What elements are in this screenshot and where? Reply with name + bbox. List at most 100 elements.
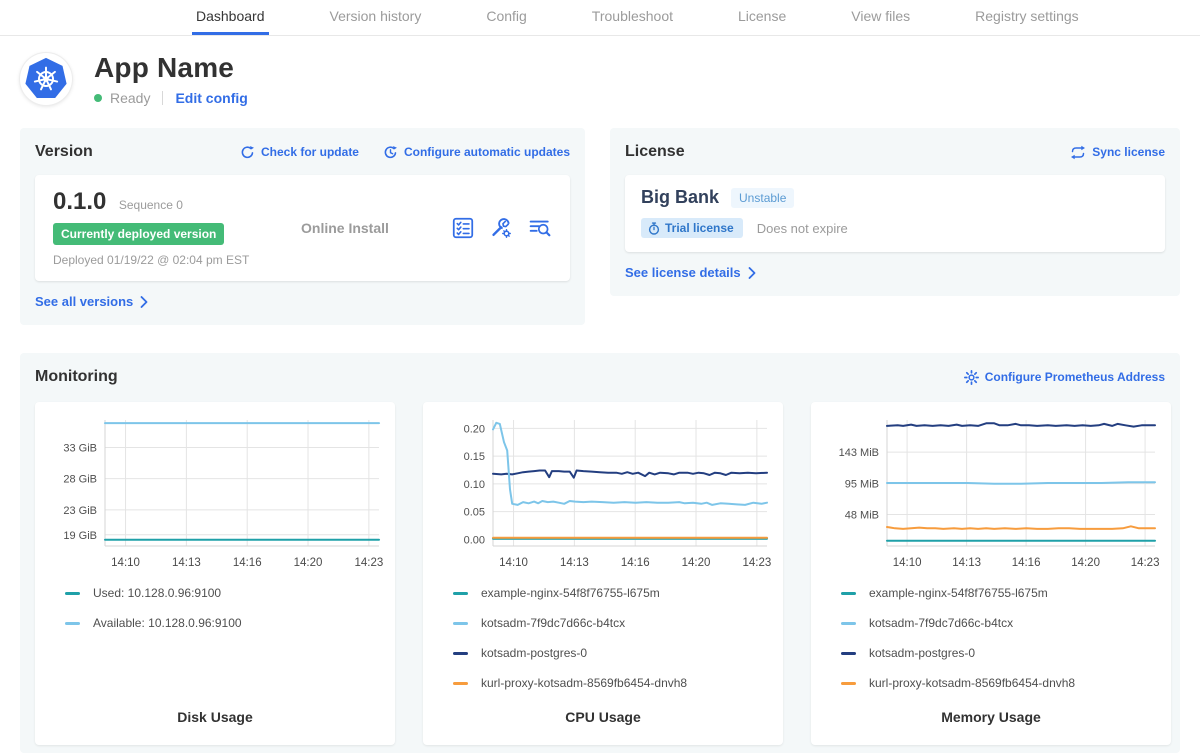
sequence-label: Sequence 0 [119,198,183,212]
tab-troubleshoot[interactable]: Troubleshoot [588,0,677,35]
chevron-right-icon [140,296,148,308]
svg-text:14:10: 14:10 [893,557,922,569]
svg-text:0.15: 0.15 [464,451,485,463]
disk-chart-title: Disk Usage [47,709,383,735]
gear-icon [964,370,979,385]
memory-chart-title: Memory Usage [823,709,1159,735]
license-summary: Big Bank Unstable Trial license Does not… [625,175,1165,252]
legend-item: example-nginx-54f8f76755-l675m [453,586,771,600]
disk-legend: Used: 10.128.0.96:9100 Available: 10.128.… [47,586,383,646]
edit-config-link[interactable]: Edit config [175,90,247,106]
configure-automatic-updates-link[interactable]: Configure automatic updates [383,145,570,160]
legend-item: kotsadm-7f9dc7d66c-b4tcx [841,616,1159,630]
tab-license[interactable]: License [734,0,790,35]
see-all-versions-link[interactable]: See all versions [35,294,148,309]
disk-chart-plot: 33 GiB 28 GiB 23 GiB 19 GiB 14:10 14:13 14:16 1… [47,414,383,572]
legend-label: kurl-proxy-kotsadm-8569fb6454-dnvh8 [481,676,687,690]
svg-text:0.00: 0.00 [464,534,485,546]
svg-text:19 GiB: 19 GiB [63,530,97,542]
legend-label: kotsadm-postgres-0 [481,646,587,660]
see-license-details-link[interactable]: See license details [625,265,756,280]
cpu-legend: example-nginx-54f8f76755-l675m kotsadm-7f… [435,586,771,706]
sync-license-link[interactable]: Sync license [1070,145,1165,160]
app-header: App Name Ready Edit config [0,36,1200,116]
legend-item: kurl-proxy-kotsadm-8569fb6454-dnvh8 [841,676,1159,690]
deployed-badge: Currently deployed version [53,223,224,245]
legend-dash-icon [453,592,468,595]
svg-text:14:16: 14:16 [621,557,650,569]
svg-text:14:13: 14:13 [560,557,589,569]
legend-label: kotsadm-7f9dc7d66c-b4tcx [869,616,1013,630]
svg-text:0.10: 0.10 [464,479,485,491]
license-expiry: Does not expire [757,221,848,236]
svg-text:23 GiB: 23 GiB [63,505,97,517]
version-number: 0.1.0 [53,188,106,215]
legend-dash-icon [841,592,856,595]
tab-registry-settings[interactable]: Registry settings [971,0,1082,35]
memory-legend: example-nginx-54f8f76755-l675mkotsadm-7f… [823,586,1159,706]
version-card-title: Version [35,143,93,161]
legend-dash-icon [841,682,856,685]
svg-text:14:10: 14:10 [499,557,528,569]
license-name: Big Bank [641,187,719,208]
kubernetes-wheel-icon [24,57,68,101]
svg-text:14:16: 14:16 [233,557,262,569]
legend-dash-icon [841,652,856,655]
legend-dash-icon [65,592,80,595]
refresh-icon [240,145,255,160]
svg-text:14:16: 14:16 [1012,557,1041,569]
tab-config[interactable]: Config [482,0,530,35]
legend-label: kotsadm-postgres-0 [869,646,975,660]
legend-item: kotsadm-postgres-0 [453,646,771,660]
page-title: App Name [94,52,248,84]
svg-text:14:23: 14:23 [354,557,383,569]
disk-chart-card: 33 GiB 28 GiB 23 GiB 19 GiB 14:10 14:13 14:16 1… [35,402,395,745]
legend-dash-icon [65,622,80,625]
view-logs-icon[interactable] [528,217,552,239]
legend-dash-icon [453,622,468,625]
divider [162,91,163,105]
svg-text:14:23: 14:23 [1131,557,1159,569]
config-wrench-icon[interactable] [490,217,512,239]
svg-text:14:10: 14:10 [111,557,140,569]
svg-text:0.20: 0.20 [464,423,485,435]
svg-text:48 MiB: 48 MiB [845,510,879,522]
channel-badge: Unstable [731,188,794,208]
svg-text:14:20: 14:20 [682,557,711,569]
svg-text:14:13: 14:13 [172,557,201,569]
legend-label: kotsadm-7f9dc7d66c-b4tcx [481,616,625,630]
license-card: License Sync license Big Bank Unstable [610,128,1180,296]
svg-text:143 MiB: 143 MiB [839,447,879,459]
top-nav: Dashboard Version history Config Troublesho… [0,0,1200,36]
memory-chart-plot: 143 MiB95 MiB48 MiB14:1014:1314:1614:201… [823,414,1159,572]
legend-item: Used: 10.128.0.96:9100 [65,586,383,600]
sync-arrows-icon [1070,145,1086,160]
svg-text:33 GiB: 33 GiB [63,442,97,454]
version-card: Version Check for update Configure au [20,128,585,325]
cpu-chart-plot: 0.200.150.100.050.0014:1014:1314:1614:20… [435,414,771,572]
svg-text:14:20: 14:20 [1071,557,1100,569]
license-type-badge: Trial license [641,218,743,238]
tab-dashboard[interactable]: Dashboard [192,0,269,35]
legend-label: Used: 10.128.0.96:9100 [93,586,221,600]
legend-label: kurl-proxy-kotsadm-8569fb6454-dnvh8 [869,676,1075,690]
chevron-right-icon [748,267,756,279]
app-logo [20,53,72,105]
deployed-date: Deployed 01/19/22 @ 02:04 pm EST [53,253,301,267]
clock-refresh-icon [383,145,398,160]
cpu-chart-title: CPU Usage [435,709,771,735]
tab-version-history[interactable]: Version history [326,0,426,35]
svg-text:14:23: 14:23 [742,557,771,569]
monitoring-section: Monitoring Configure Prometheus Address … [20,353,1180,753]
install-type-label: Online Install [301,220,389,236]
cpu-chart-card: 0.200.150.100.050.0014:1014:1314:1614:20… [423,402,783,745]
stopwatch-icon [648,222,660,235]
legend-item: kotsadm-7f9dc7d66c-b4tcx [453,616,771,630]
legend-label: Available: 10.128.0.96:9100 [93,616,242,630]
legend-item: kotsadm-postgres-0 [841,646,1159,660]
tab-view-files[interactable]: View files [847,0,914,35]
configure-prometheus-link[interactable]: Configure Prometheus Address [964,370,1165,385]
check-for-update-link[interactable]: Check for update [240,145,359,160]
svg-text:28 GiB: 28 GiB [63,474,97,486]
preflight-checklist-icon[interactable] [452,217,474,239]
